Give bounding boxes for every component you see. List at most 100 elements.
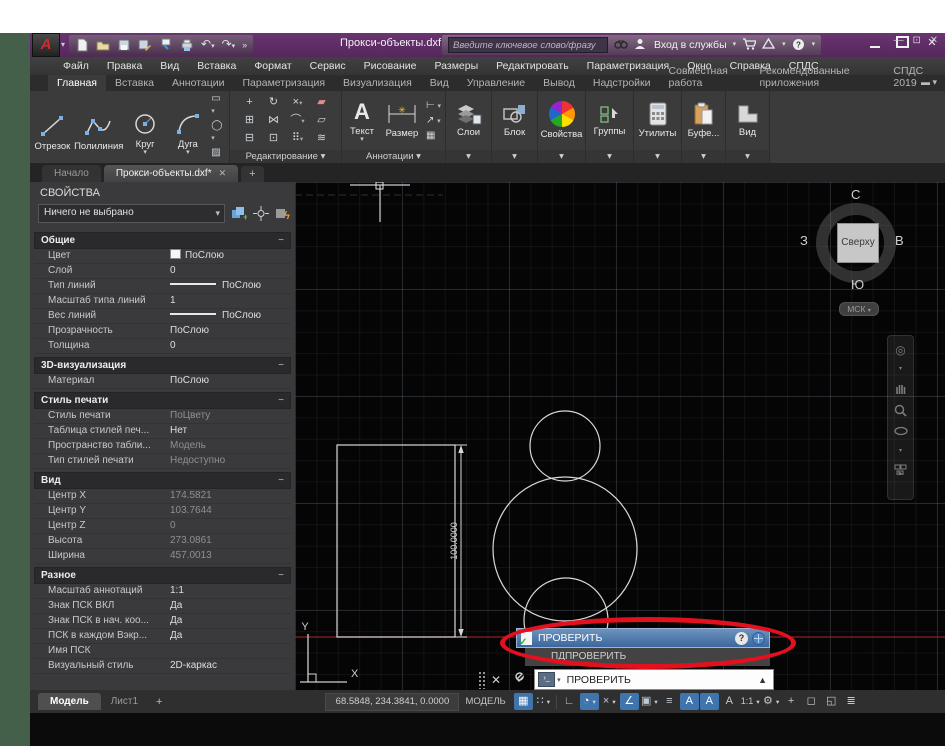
cart-icon[interactable] (742, 38, 756, 52)
snap-mode-icon[interactable]: ∷ ▾ (534, 693, 553, 710)
collapse-icon[interactable]: − (278, 393, 284, 408)
redo-icon[interactable]: ↷▾ (222, 37, 236, 54)
layers-button[interactable]: Слои (449, 103, 488, 138)
property-value[interactable]: ПоСлою (170, 249, 291, 263)
viewcube-east[interactable]: В (895, 233, 904, 248)
ribbon-tab-4[interactable]: Визуализация (334, 75, 421, 91)
property-value[interactable]: ПоСлою (170, 374, 291, 388)
explode-icon[interactable]: ▱ (310, 112, 334, 130)
section-header-2[interactable]: Стиль печати− (34, 392, 291, 409)
viewcube-north[interactable]: С (851, 187, 860, 202)
selection-dropdown[interactable]: Ничего не выбрано ▾ (38, 204, 225, 223)
mdi-window-controls[interactable]: — ⊡ ✕ (894, 35, 941, 46)
ribbon-tab-2[interactable]: Аннотации (163, 75, 234, 91)
ribbon-tab-1[interactable]: Вставка (106, 75, 163, 91)
ribbon-tab-10[interactable]: Рекомендованные приложения (751, 63, 885, 91)
property-value[interactable]: Да (170, 629, 291, 643)
dimension-button[interactable]: ✳ Размер (382, 102, 422, 139)
block-button[interactable]: Блок (495, 103, 534, 138)
new-file-icon[interactable] (75, 38, 89, 52)
status-menu-icon[interactable]: ≣ (842, 693, 861, 710)
selection-dropdown-arrow-icon[interactable]: ▾ (215, 205, 224, 222)
property-row[interactable]: Ширина457.0013 (34, 549, 291, 564)
grid-display-icon[interactable]: ▦ (514, 693, 533, 710)
application-menu-button[interactable]: A (32, 33, 60, 57)
file-tab-0[interactable]: Начало (42, 165, 101, 182)
showmotion-icon[interactable] (894, 464, 907, 477)
undo-icon[interactable]: ↶▾ (201, 37, 215, 54)
polyline-button[interactable]: Полилиния (76, 113, 122, 152)
open-file-icon[interactable] (96, 38, 110, 52)
search-binoculars-icon[interactable] (614, 38, 628, 52)
property-value[interactable] (170, 644, 291, 658)
arc-dropdown-icon[interactable]: ▾ (186, 150, 190, 155)
navwheel-icon[interactable]: ◎ (895, 344, 905, 356)
property-row[interactable]: Визуальный стиль2D-каркас (34, 659, 291, 674)
property-row[interactable]: Таблица стилей печ...Нет (34, 424, 291, 439)
ribbon-tab-7[interactable]: Вывод (534, 75, 584, 91)
new-file-tab-button[interactable]: + (241, 166, 263, 182)
coordinates-readout[interactable]: 68.5848, 234.3841, 0.0000 (325, 693, 459, 711)
property-value[interactable]: 174.5821 (170, 489, 291, 503)
file-tab-close-icon[interactable]: ✕ (219, 168, 227, 178)
command-grip-handle[interactable] (478, 671, 486, 689)
circle-dropdown-icon[interactable]: ▾ (143, 150, 147, 155)
collapse-icon[interactable]: − (278, 358, 284, 373)
dimension-style-icon[interactable]: ⊢ ▾ (426, 100, 441, 113)
menu-2[interactable]: Вид (151, 60, 188, 72)
model-tab[interactable]: Модель (38, 693, 101, 710)
pan-icon[interactable] (894, 382, 907, 397)
property-value[interactable]: 0 (170, 339, 291, 353)
property-row[interactable]: Толщина0 (34, 339, 291, 354)
workspace-gear-icon[interactable]: ⚙ ▾ (762, 693, 781, 710)
object-snap-tracking-icon[interactable]: × ▾ (600, 693, 619, 710)
properties-button[interactable]: Свойства (541, 101, 583, 140)
save-as-icon[interactable] (138, 38, 152, 52)
property-row[interactable]: Высота273.0861 (34, 534, 291, 549)
property-row[interactable]: Тип стилей печатиНедоступно (34, 454, 291, 469)
help-arrow-icon[interactable]: ▾ (812, 38, 816, 52)
text-button[interactable]: A Текст ▾ (346, 100, 378, 142)
help-icon[interactable]: ? (792, 38, 806, 52)
signin-arrow-icon[interactable]: ▾ (733, 38, 737, 52)
viewcube-top-face[interactable]: Сверху (837, 223, 879, 263)
viewcube-wcs-button[interactable]: МСК ▾ (839, 302, 879, 316)
view-button[interactable]: Вид (729, 103, 766, 138)
layout-tab[interactable]: Лист1 (101, 693, 148, 710)
annotation-autoscale-icon[interactable]: А (700, 693, 719, 710)
menu-4[interactable]: Формат (245, 60, 300, 72)
property-value[interactable]: 1 (170, 294, 291, 308)
new-layout-tab[interactable]: + (148, 694, 170, 710)
toggle-pickadd-icon[interactable]: + (231, 206, 247, 222)
property-value[interactable]: ПоСлою (170, 309, 291, 323)
property-value[interactable]: 2D-каркас (170, 659, 291, 673)
rotate-icon[interactable]: ↻ (262, 94, 286, 112)
trim-icon[interactable]: ×▾ (286, 94, 310, 112)
panel-label-annotation[interactable]: Аннотации ▾ (342, 150, 445, 163)
array-icon[interactable]: ⠿▾ (286, 130, 310, 148)
clean-screen-icon[interactable]: ◱ (822, 693, 841, 710)
property-row[interactable]: МатериалПоСлою (34, 374, 291, 389)
section-header-4[interactable]: Разное− (34, 567, 291, 584)
property-row[interactable]: Масштаб аннотаций1:1 (34, 584, 291, 599)
property-row[interactable]: Масштаб типа линий1 (34, 294, 291, 309)
copy-icon[interactable]: ⊞ (238, 112, 262, 130)
ribbon-tab-6[interactable]: Управление (458, 75, 534, 91)
object-snap-icon[interactable]: ∠ (620, 693, 639, 710)
command-customize-icon[interactable] (511, 672, 524, 687)
menu-5[interactable]: Сервис (301, 60, 355, 72)
command-input[interactable]: ›_ ▾ ПРОВЕРИТЬ ▲ (534, 669, 774, 690)
menu-8[interactable]: Редактировать (487, 60, 578, 72)
panel-arrow-view[interactable]: ▾ (726, 150, 769, 163)
property-value[interactable]: ПоСлою (170, 279, 291, 293)
collapse-icon[interactable]: − (278, 568, 284, 583)
property-value[interactable]: ПоСлою (170, 324, 291, 338)
annotation-scale-icon-icon[interactable]: А (720, 693, 739, 710)
viewcube-west[interactable]: З (800, 233, 808, 248)
property-row[interactable]: Центр X174.5821 (34, 489, 291, 504)
plot-icon[interactable] (159, 38, 173, 52)
lineweight-icon[interactable]: ≡ (660, 693, 679, 710)
line-button[interactable]: Отрезок (33, 113, 72, 152)
panel-arrow-groups[interactable]: ▾ (586, 150, 633, 163)
ribbon-tab-9[interactable]: Совместная работа (660, 63, 751, 91)
